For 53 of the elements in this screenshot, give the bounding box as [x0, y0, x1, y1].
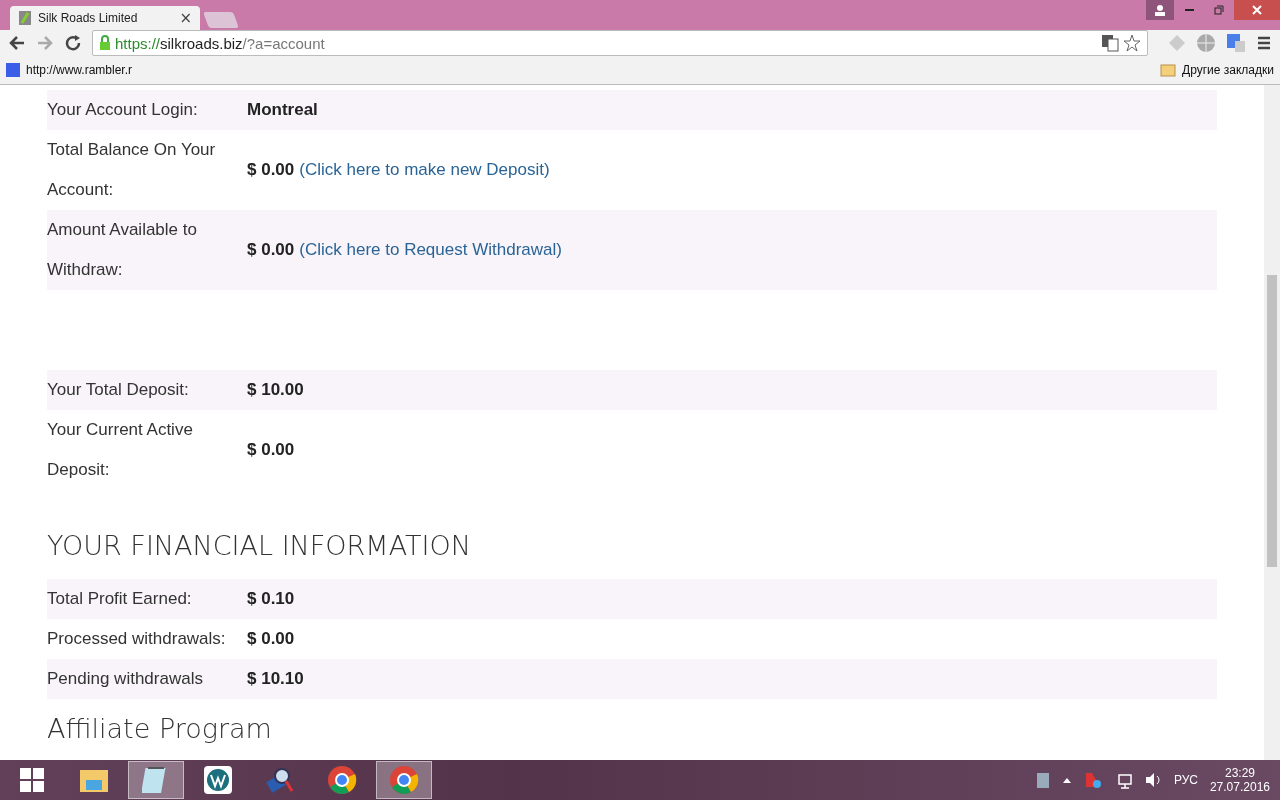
close-icon: [1252, 5, 1262, 15]
field-label: Total Profit Earned:: [47, 588, 193, 610]
taskbar-app[interactable]: [376, 761, 432, 799]
bookmark-link[interactable]: http://www.rambler.r: [26, 63, 133, 77]
tab-title: Silk Roads Limited: [38, 11, 139, 25]
magnifier-icon: [265, 765, 295, 795]
field-value: Montreal: [247, 100, 318, 120]
volume-icon[interactable]: [1143, 771, 1162, 789]
bookmark-favicon: [6, 63, 20, 77]
star-icon[interactable]: [1123, 34, 1141, 52]
clock-time: 23:29: [1224, 766, 1255, 780]
lock-icon: [99, 35, 111, 51]
windows-icon: [19, 767, 45, 793]
language-indicator[interactable]: РУС: [1173, 773, 1198, 787]
field-value: $ 0.00: [247, 240, 295, 260]
wordpress-icon: [203, 765, 233, 795]
menu-icon[interactable]: [1256, 35, 1272, 51]
other-bookmarks-folder[interactable]: Другие закладки: [1182, 63, 1274, 77]
chrome-icon: [327, 765, 357, 795]
field-label: Amount Available to Withdraw:: [47, 219, 198, 281]
tab-close-button[interactable]: ×: [179, 9, 192, 27]
field-value: $ 0.10: [247, 589, 295, 609]
site-icon: [18, 10, 32, 26]
folder-icon: [1160, 63, 1177, 77]
section-heading: Affiliate Program: [47, 712, 273, 746]
field-value: $ 10.10: [247, 669, 304, 689]
field-value: $ 0.00: [247, 440, 295, 460]
action-link[interactable]: (Click here to make new Deposit): [299, 160, 550, 180]
section-heading: YOUR FINANCIAL INFORMATION: [47, 529, 472, 563]
field-label: Pending withdrawals: [47, 668, 204, 690]
up-arrow-icon[interactable]: [1061, 776, 1072, 784]
minimize-icon: [1184, 9, 1194, 11]
field-value: $ 0.00: [247, 160, 295, 180]
clock-date: 27.07.2016: [1209, 780, 1270, 794]
person-icon: [1154, 4, 1166, 16]
scrollbar[interactable]: [1264, 85, 1280, 760]
field-label: Total Balance On Your Account:: [47, 139, 217, 201]
back-icon[interactable]: [8, 34, 26, 52]
reload-icon[interactable]: [64, 34, 82, 52]
action-link[interactable]: (Click here to Request Withdrawal): [299, 240, 562, 260]
restore-icon: [1214, 5, 1224, 15]
url-text: https://silkroads.biz/?a=account: [115, 34, 326, 52]
field-label: Your Total Deposit:: [47, 379, 190, 401]
address-bar[interactable]: https://silkroads.biz/?a=account: [92, 30, 1148, 56]
close-button[interactable]: [1234, 0, 1280, 20]
field-label: Processed withdrawals:: [47, 628, 227, 650]
field-label: Your Account Login:: [47, 99, 199, 121]
field-value: $ 0.00: [247, 629, 295, 649]
field-label: Your Current Active Deposit:: [47, 419, 194, 481]
field-value: $ 10.00: [247, 380, 304, 400]
browser-tab[interactable]: Silk Roads Limited ×: [10, 6, 200, 30]
profile-button[interactable]: [1146, 0, 1174, 20]
chrome-icon: [389, 765, 419, 795]
